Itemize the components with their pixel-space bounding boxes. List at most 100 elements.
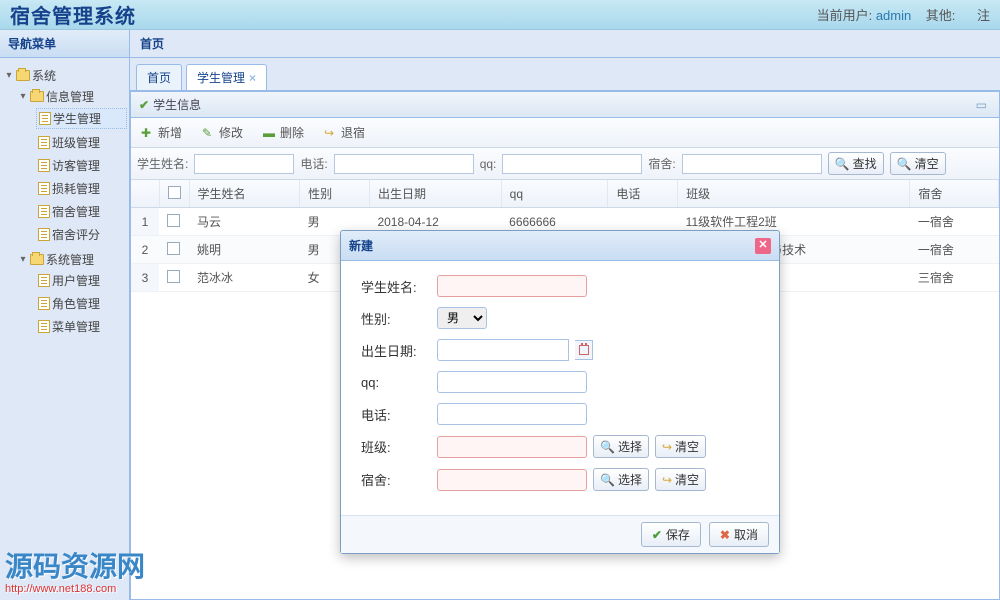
search-name-input[interactable]: [194, 154, 294, 174]
save-button[interactable]: ✔保存: [641, 522, 701, 547]
tree-label: 角色管理: [52, 295, 100, 312]
col-dorm[interactable]: 宿舍: [910, 180, 999, 208]
col-qq[interactable]: qq: [501, 180, 608, 208]
delete-icon: ▬: [263, 126, 277, 140]
col-class[interactable]: 班级: [678, 180, 910, 208]
page-icon: [38, 274, 50, 287]
app-title: 宿舍管理系统: [10, 0, 136, 29]
toolbar: ✚新增 ✎修改 ▬删除 ↪退宿: [131, 118, 999, 148]
collapse-icon[interactable]: ▾: [18, 254, 28, 265]
phone-field[interactable]: [437, 403, 587, 425]
tree-label: 菜单管理: [52, 318, 100, 335]
edit-icon: ✎: [202, 126, 216, 140]
search-name-label: 学生姓名:: [137, 155, 188, 172]
col-phone[interactable]: 电话: [608, 180, 678, 208]
collapse-icon[interactable]: ▾: [18, 91, 28, 102]
col-name[interactable]: 学生姓名: [189, 180, 300, 208]
dialog-footer: ✔保存 ✖取消: [341, 515, 779, 553]
col-birth[interactable]: 出生日期: [369, 180, 501, 208]
tree-leaf-score[interactable]: 宿舍评分: [36, 225, 127, 244]
edit-button[interactable]: ✎修改: [198, 122, 247, 143]
tree-leaf-user[interactable]: 用户管理: [36, 271, 127, 290]
sex-select[interactable]: 男: [437, 307, 487, 329]
tab-label: 学生管理: [197, 69, 245, 86]
tree-leaf-role[interactable]: 角色管理: [36, 294, 127, 313]
dorm-field[interactable]: [437, 469, 587, 491]
folder-icon: [30, 254, 44, 265]
folder-icon: [16, 70, 30, 81]
dialog-body: 学生姓名: 性别:男 出生日期: qq: 电话: 班级: 🔍选择 ↪清空 宿舍:…: [341, 261, 779, 515]
search-icon: 🔍: [600, 473, 615, 487]
tree-leaf-class[interactable]: 班级管理: [36, 133, 127, 152]
name-field[interactable]: [437, 275, 587, 297]
clear-search-button[interactable]: 🔍清空: [890, 152, 946, 175]
watermark: 源码资源网 http://www.net188.com: [5, 545, 145, 595]
calendar-button[interactable]: [575, 340, 593, 360]
cell-name: 范冰冰: [189, 264, 300, 292]
btn-label: 退宿: [341, 124, 365, 141]
new-dialog: 新建 ✕ 学生姓名: 性别:男 出生日期: qq: 电话: 班级: 🔍选择 ↪清…: [340, 230, 780, 554]
tree-leaf-menu[interactable]: 菜单管理: [36, 317, 127, 336]
add-button[interactable]: ✚新增: [137, 122, 186, 143]
x-icon: ✖: [720, 528, 730, 542]
cell-dorm: 一宿舍: [910, 236, 999, 264]
tree-label: 宿舍评分: [52, 226, 100, 243]
class-field[interactable]: [437, 436, 587, 458]
field-label-name: 学生姓名:: [361, 277, 431, 296]
dialog-header[interactable]: 新建 ✕: [341, 231, 779, 261]
btn-label: 清空: [675, 438, 699, 455]
user-name: admin: [876, 8, 911, 23]
page-icon: [38, 136, 50, 149]
tree-leaf-visitor[interactable]: 访客管理: [36, 156, 127, 175]
check-icon: ✔: [652, 528, 662, 542]
collapse-icon[interactable]: ▾: [4, 70, 14, 81]
search-phone-label: 电话:: [300, 155, 327, 172]
birth-field[interactable]: [437, 339, 569, 361]
checkout-button[interactable]: ↪退宿: [320, 122, 369, 143]
logout-link[interactable]: 注: [977, 8, 990, 23]
tab-student[interactable]: 学生管理 ×: [186, 64, 267, 90]
close-icon[interactable]: ×: [249, 71, 256, 85]
cancel-button[interactable]: ✖取消: [709, 522, 769, 547]
cell-name: 马云: [189, 208, 300, 236]
search-qq-label: qq:: [480, 157, 497, 171]
watermark-url: http://www.net188.com: [5, 583, 145, 595]
collapse-panel-icon[interactable]: ▭: [972, 98, 991, 112]
search-dorm-input[interactable]: [682, 154, 822, 174]
row-checkbox[interactable]: [167, 214, 180, 227]
page-icon: [38, 228, 50, 241]
page-icon: [38, 182, 50, 195]
checkbox-all[interactable]: [168, 186, 181, 199]
class-clear-button[interactable]: ↪清空: [655, 435, 706, 458]
delete-button[interactable]: ▬删除: [259, 122, 308, 143]
btn-label: 选择: [618, 438, 642, 455]
tab-home[interactable]: 首页: [136, 64, 182, 90]
header-userinfo: 当前用户: admin 其他: 注: [817, 5, 990, 24]
tree-node-info[interactable]: ▾ 信息管理: [16, 87, 127, 106]
search-phone-input[interactable]: [334, 154, 474, 174]
qq-field[interactable]: [437, 371, 587, 393]
close-icon[interactable]: ✕: [755, 238, 771, 254]
breadcrumb: 首页: [130, 30, 1000, 58]
btn-label: 清空: [915, 155, 939, 172]
btn-label: 修改: [219, 124, 243, 141]
class-pick-button[interactable]: 🔍选择: [593, 435, 649, 458]
calendar-icon: [579, 345, 589, 355]
tree-leaf-loss[interactable]: 损耗管理: [36, 179, 127, 198]
nav-tree: ▾ 系统 ▾ 信息管理 学生管理: [0, 58, 129, 348]
tree-leaf-student[interactable]: 学生管理: [36, 108, 127, 129]
col-sex[interactable]: 性别: [300, 180, 370, 208]
search-button[interactable]: 🔍查找: [828, 152, 884, 175]
tree-node-system[interactable]: ▾ 系统: [2, 66, 127, 85]
tree-node-sysmgr[interactable]: ▾ 系统管理: [16, 250, 127, 269]
tree-leaf-dorm[interactable]: 宿舍管理: [36, 202, 127, 221]
field-label-qq: qq:: [361, 375, 431, 390]
search-qq-input[interactable]: [502, 154, 642, 174]
dorm-clear-button[interactable]: ↪清空: [655, 468, 706, 491]
grid-header-row: 学生姓名 性别 出生日期 qq 电话 班级 宿舍: [131, 180, 999, 208]
dorm-pick-button[interactable]: 🔍选择: [593, 468, 649, 491]
row-checkbox[interactable]: [167, 242, 180, 255]
tree-label: 访客管理: [52, 157, 100, 174]
search-dorm-label: 宿舍:: [648, 155, 675, 172]
row-checkbox[interactable]: [167, 270, 180, 283]
